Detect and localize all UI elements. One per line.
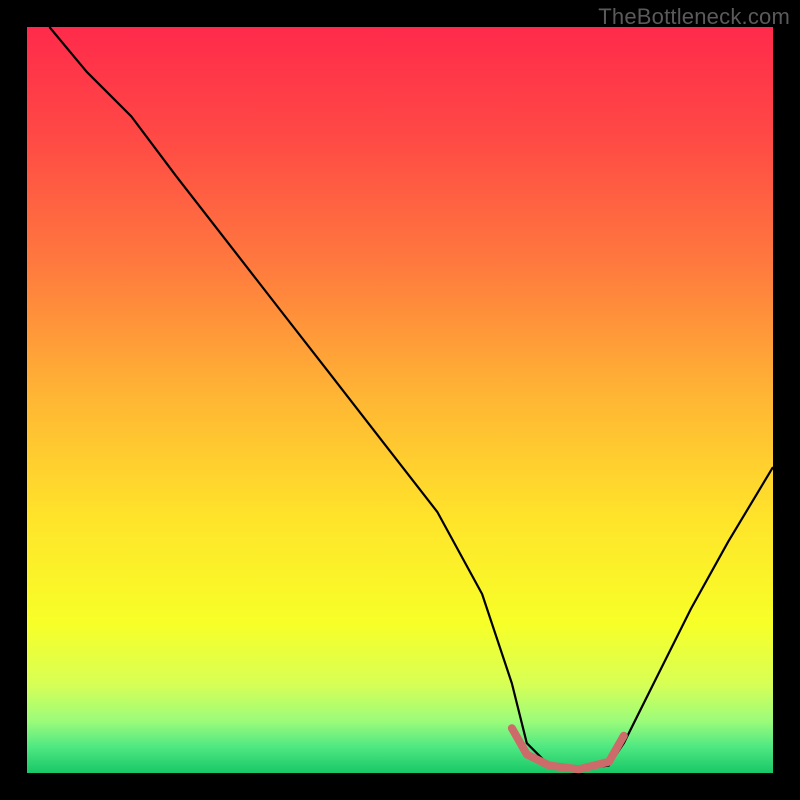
watermark-text: TheBottleneck.com (598, 4, 790, 30)
plot-background (27, 27, 773, 773)
bottleneck-chart (0, 0, 800, 800)
chart-container: TheBottleneck.com (0, 0, 800, 800)
